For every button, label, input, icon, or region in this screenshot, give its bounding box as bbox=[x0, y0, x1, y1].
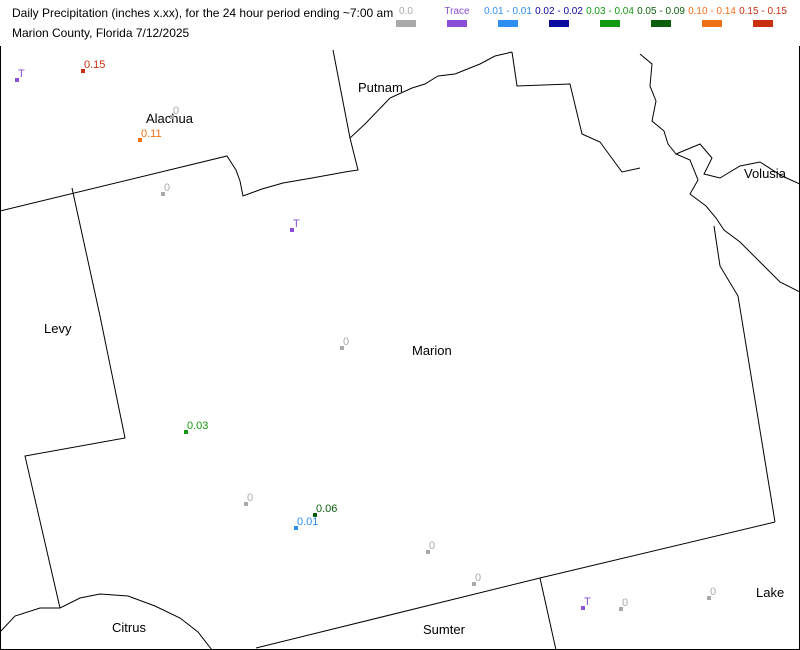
legend-item: Trace bbox=[433, 6, 481, 27]
marion-east-boundary bbox=[713, 225, 776, 523]
alachua-marion-north-boundary bbox=[0, 155, 241, 212]
station-value: 0 bbox=[164, 182, 170, 194]
county-map: Putnam Alachua Volusia Levy Marion Citrus Sumt… bbox=[0, 49, 800, 650]
station-value: 0.01 bbox=[297, 516, 318, 528]
station-value: 0 bbox=[475, 572, 481, 584]
county-label: Putnam bbox=[358, 80, 403, 95]
legend-label: 0.10 - 0.14 bbox=[688, 6, 736, 17]
station-value: 0 bbox=[247, 492, 253, 504]
legend-item: 0.0 bbox=[382, 6, 430, 27]
county-label: Alachua bbox=[146, 111, 194, 126]
putnam-volusia-boundary bbox=[511, 51, 641, 173]
station-value: 0.11 bbox=[141, 128, 162, 140]
station-value: 0 bbox=[622, 597, 628, 609]
sumter-lake-boundary bbox=[539, 577, 557, 650]
station-marker[interactable]: 0 bbox=[619, 597, 628, 611]
legend-label: 0.02 - 0.02 bbox=[535, 6, 583, 17]
legend-item: 0.03 - 0.04 bbox=[586, 6, 634, 27]
legend-label: 0.15 - 0.15 bbox=[739, 6, 787, 17]
legend-swatch bbox=[600, 20, 620, 27]
legend-label: 0.03 - 0.04 bbox=[586, 6, 634, 17]
legend-label: 0.0 bbox=[399, 6, 413, 17]
station-value: 0.03 bbox=[187, 420, 208, 432]
legend-item: 0.05 - 0.09 bbox=[637, 6, 685, 27]
county-label: Levy bbox=[44, 321, 72, 336]
station-marker[interactable]: 0 bbox=[707, 586, 716, 600]
county-label: Marion bbox=[412, 343, 452, 358]
county-label: Volusia bbox=[744, 166, 787, 181]
station-value: T bbox=[18, 68, 25, 80]
station-marker[interactable]: 0.06 bbox=[313, 503, 337, 517]
legend-swatch bbox=[702, 20, 722, 27]
marion-north-border bbox=[239, 51, 513, 197]
station-marker[interactable]: 0 bbox=[426, 540, 435, 554]
alachua-putnam-boundary bbox=[332, 49, 351, 139]
station-marker[interactable]: 0.15 bbox=[81, 59, 105, 73]
station-value: T bbox=[584, 596, 591, 608]
legend-label: 0.01 - 0.01 bbox=[484, 6, 532, 17]
legend-swatch bbox=[753, 20, 773, 27]
station-marker[interactable]: 0.03 bbox=[184, 420, 208, 434]
legend-swatch bbox=[396, 20, 416, 27]
station-marker[interactable]: T bbox=[290, 218, 300, 232]
station-value: 0 bbox=[173, 105, 179, 117]
legend-item: 0.02 - 0.02 bbox=[535, 6, 583, 27]
station-marker[interactable]: T bbox=[581, 596, 591, 610]
station-value: 0 bbox=[710, 586, 716, 598]
legend-swatch bbox=[447, 20, 467, 27]
legend-item: 0.10 - 0.14 bbox=[688, 6, 736, 27]
station-marker[interactable]: 0 bbox=[472, 572, 481, 586]
station-value: T bbox=[293, 218, 300, 230]
map-title: Daily Precipitation (inches x.xx), for t… bbox=[12, 6, 394, 20]
station-value: 0 bbox=[429, 540, 435, 552]
county-label: Citrus bbox=[112, 620, 146, 635]
marion-south-boundary bbox=[255, 521, 776, 649]
legend-swatch bbox=[549, 20, 569, 27]
legend-swatch bbox=[498, 20, 518, 27]
legend-swatch bbox=[651, 20, 671, 27]
citrus-boundary bbox=[0, 593, 213, 650]
legend: 0.0 Trace 0.01 - 0.01 0.02 - 0.02 0.03 - 0.0… bbox=[382, 6, 792, 42]
county-label: Sumter bbox=[423, 622, 466, 637]
legend-item: 0.01 - 0.01 bbox=[484, 6, 532, 27]
station-marker[interactable]: T bbox=[15, 68, 25, 82]
county-label: Lake bbox=[756, 585, 784, 600]
station-value: 0 bbox=[343, 336, 349, 348]
station-marker[interactable]: 0.11 bbox=[138, 128, 162, 142]
station-marker[interactable]: 0 bbox=[161, 182, 170, 196]
levy-marion-boundary bbox=[24, 187, 126, 609]
station-marker[interactable]: 0 bbox=[340, 336, 349, 350]
header: Daily Precipitation (inches x.xx), for t… bbox=[0, 0, 800, 46]
station-value: 0.06 bbox=[316, 503, 337, 515]
legend-label: 0.05 - 0.09 bbox=[637, 6, 685, 17]
legend-label: Trace bbox=[444, 6, 470, 17]
station-value: 0.15 bbox=[84, 59, 105, 71]
map-subtitle: Marion County, Florida 7/12/2025 bbox=[12, 26, 190, 40]
legend-item: 0.15 - 0.15 bbox=[739, 6, 787, 27]
station-marker[interactable]: 0.01 bbox=[294, 516, 318, 530]
station-marker[interactable]: 0 bbox=[244, 492, 253, 506]
